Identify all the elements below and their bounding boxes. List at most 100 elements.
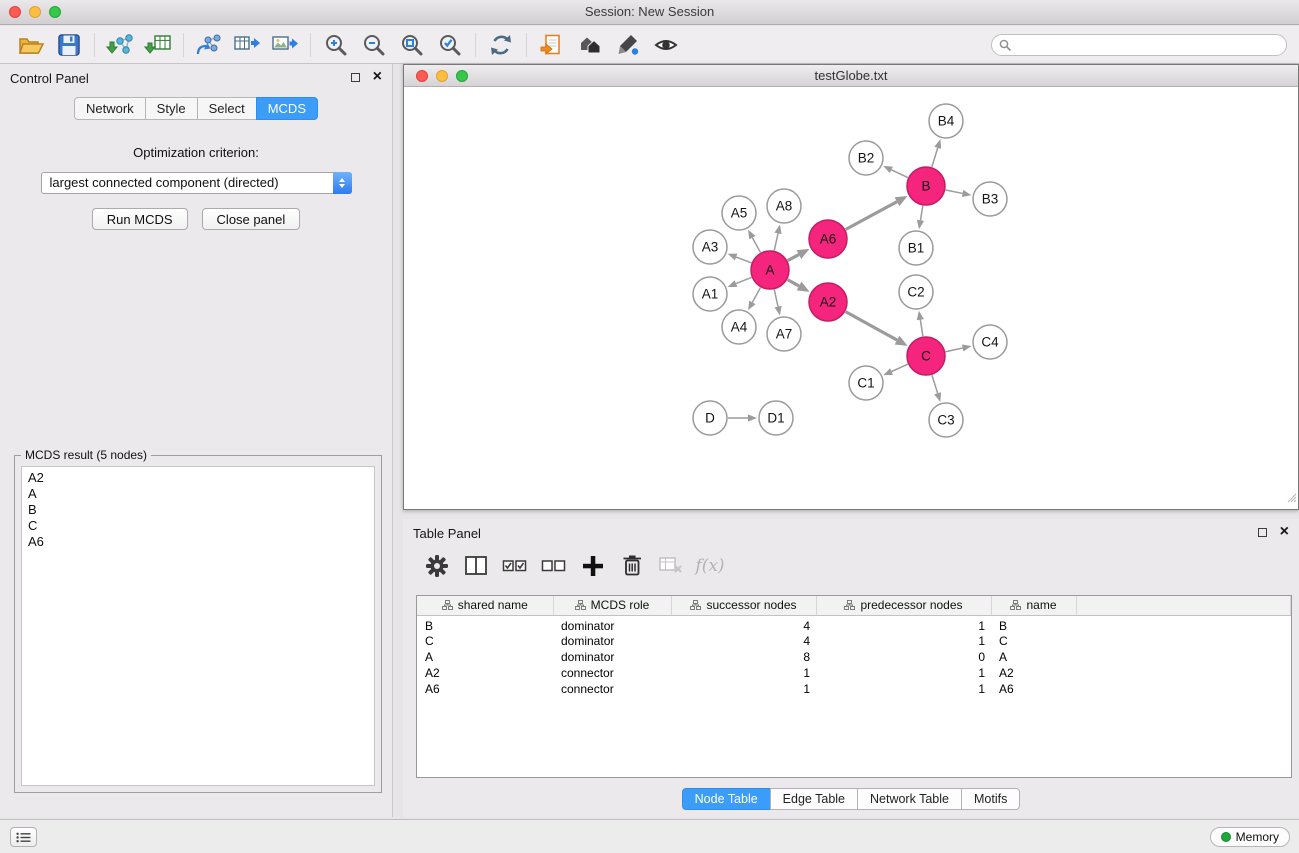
- zoom-in-button[interactable]: [317, 29, 355, 61]
- network-window-zoom-button[interactable]: [456, 70, 468, 82]
- table-row[interactable]: A6 connector 1 1 A6: [417, 681, 1291, 697]
- task-history-button[interactable]: [10, 827, 37, 847]
- column-header-shared-name[interactable]: shared name: [417, 596, 553, 615]
- result-item[interactable]: C: [28, 518, 374, 534]
- graph-edge-B-B1[interactable]: [920, 206, 922, 221]
- graph-edge-A-A6[interactable]: [788, 255, 799, 261]
- column-header-name[interactable]: name: [991, 596, 1076, 615]
- close-panel-action-button[interactable]: Close panel: [202, 208, 301, 230]
- graph-edge-C-C1[interactable]: [892, 364, 908, 371]
- cell-mcds-role[interactable]: connector: [553, 665, 671, 681]
- zoom-out-button[interactable]: [355, 29, 393, 61]
- cell-predecessor-nodes[interactable]: 1: [816, 681, 991, 697]
- delete-table-button[interactable]: [655, 550, 687, 582]
- split-columns-button[interactable]: [460, 550, 492, 582]
- result-item[interactable]: B: [28, 502, 374, 518]
- cell-successor-nodes[interactable]: 4: [671, 615, 816, 633]
- column-header-mcds-role[interactable]: MCDS role: [553, 596, 671, 615]
- cell-shared-name[interactable]: B: [417, 615, 553, 633]
- cell-name[interactable]: B: [991, 615, 1076, 633]
- tab-mcds[interactable]: MCDS: [256, 97, 318, 120]
- network-window-minimize-button[interactable]: [436, 70, 448, 82]
- zoom-fit-button[interactable]: [393, 29, 431, 61]
- graph-edge-A6-B[interactable]: [846, 202, 897, 230]
- select-all-columns-button[interactable]: [499, 550, 531, 582]
- network-canvas[interactable]: B4B2BB3A5A8A6B1A3AC2A1A2A4A7C4CC1C3DD1: [404, 88, 1298, 509]
- cell-successor-nodes[interactable]: 1: [671, 681, 816, 697]
- column-header-predecessor-nodes[interactable]: predecessor nodes: [816, 596, 991, 615]
- cell-successor-nodes[interactable]: 4: [671, 633, 816, 649]
- mcds-result-list[interactable]: A2 A B C A6: [21, 466, 375, 786]
- save-session-button[interactable]: [50, 29, 88, 61]
- window-minimize-button[interactable]: [29, 6, 41, 18]
- graph-edge-A-A2[interactable]: [788, 280, 800, 286]
- export-table-button[interactable]: [228, 29, 266, 61]
- table-row[interactable]: C dominator 4 1 C: [417, 633, 1291, 649]
- table-row[interactable]: A dominator 8 0 A: [417, 649, 1291, 665]
- unselect-all-columns-button[interactable]: [538, 550, 570, 582]
- table-row[interactable]: A2 connector 1 1 A2: [417, 665, 1291, 681]
- result-item[interactable]: A: [28, 486, 374, 502]
- close-table-panel-button[interactable]: ×: [1280, 527, 1289, 537]
- float-table-panel-button[interactable]: [1258, 528, 1267, 537]
- cell-name[interactable]: A6: [991, 681, 1076, 697]
- refresh-button[interactable]: [482, 29, 520, 61]
- cell-predecessor-nodes[interactable]: 1: [816, 633, 991, 649]
- graph-edge-B-B3[interactable]: [946, 190, 963, 193]
- table-row[interactable]: B dominator 4 1 B: [417, 615, 1291, 633]
- run-mcds-button[interactable]: Run MCDS: [92, 208, 188, 230]
- resize-grip[interactable]: [1285, 490, 1297, 508]
- cell-predecessor-nodes[interactable]: 1: [816, 615, 991, 633]
- graph-edge-A-A1[interactable]: [736, 277, 751, 283]
- cell-name[interactable]: C: [991, 633, 1076, 649]
- cell-shared-name[interactable]: A6: [417, 681, 553, 697]
- cell-shared-name[interactable]: A: [417, 649, 553, 665]
- cell-successor-nodes[interactable]: 1: [671, 665, 816, 681]
- window-close-button[interactable]: [9, 6, 21, 18]
- column-header-successor-nodes[interactable]: successor nodes: [671, 596, 816, 615]
- import-network-button[interactable]: [101, 29, 139, 61]
- home-button[interactable]: [571, 29, 609, 61]
- tab-edge-table[interactable]: Edge Table: [770, 788, 858, 810]
- zoom-selected-button[interactable]: [431, 29, 469, 61]
- network-graph[interactable]: B4B2BB3A5A8A6B1A3AC2A1A2A4A7C4CC1C3DD1: [404, 88, 1298, 509]
- export-image-button[interactable]: [266, 29, 304, 61]
- graph-edge-B-B4[interactable]: [932, 148, 938, 167]
- result-item[interactable]: A6: [28, 534, 374, 550]
- graph-edge-A-A7[interactable]: [774, 290, 778, 307]
- dropdown-stepper[interactable]: [333, 172, 352, 194]
- cell-successor-nodes[interactable]: 8: [671, 649, 816, 665]
- search-input[interactable]: [991, 34, 1287, 56]
- export-document-button[interactable]: [533, 29, 571, 61]
- tab-motifs[interactable]: Motifs: [961, 788, 1020, 810]
- cell-predecessor-nodes[interactable]: 0: [816, 649, 991, 665]
- tab-network[interactable]: Network: [74, 97, 146, 120]
- function-builder-button[interactable]: f(x): [694, 550, 726, 582]
- result-item[interactable]: A2: [28, 470, 374, 486]
- criterion-dropdown[interactable]: largest connected component (directed): [41, 172, 352, 194]
- cell-predecessor-nodes[interactable]: 1: [816, 665, 991, 681]
- graph-edge-C-C3[interactable]: [932, 375, 938, 393]
- table-settings-button[interactable]: [421, 550, 453, 582]
- cell-mcds-role[interactable]: dominator: [553, 633, 671, 649]
- graph-edge-A2-C[interactable]: [846, 312, 898, 340]
- cell-shared-name[interactable]: C: [417, 633, 553, 649]
- open-session-button[interactable]: [12, 29, 50, 61]
- window-zoom-button[interactable]: [49, 6, 61, 18]
- float-panel-button[interactable]: [351, 73, 360, 82]
- cell-mcds-role[interactable]: dominator: [553, 649, 671, 665]
- graph-edge-A-A3[interactable]: [736, 257, 751, 263]
- new-network-button[interactable]: [190, 29, 228, 61]
- import-table-button[interactable]: [139, 29, 177, 61]
- network-window-close-button[interactable]: [416, 70, 428, 82]
- graph-edge-A-A5[interactable]: [752, 238, 760, 253]
- graph-edge-A-A8[interactable]: [774, 233, 778, 250]
- tab-style[interactable]: Style: [145, 97, 198, 120]
- graph-edge-B-B2[interactable]: [891, 170, 908, 178]
- graph-edge-C-C4[interactable]: [946, 348, 963, 352]
- delete-column-button[interactable]: [616, 550, 648, 582]
- tab-select[interactable]: Select: [197, 97, 257, 120]
- graph-edge-C-C2[interactable]: [920, 320, 923, 337]
- memory-button[interactable]: Memory: [1210, 827, 1290, 847]
- cell-name[interactable]: A: [991, 649, 1076, 665]
